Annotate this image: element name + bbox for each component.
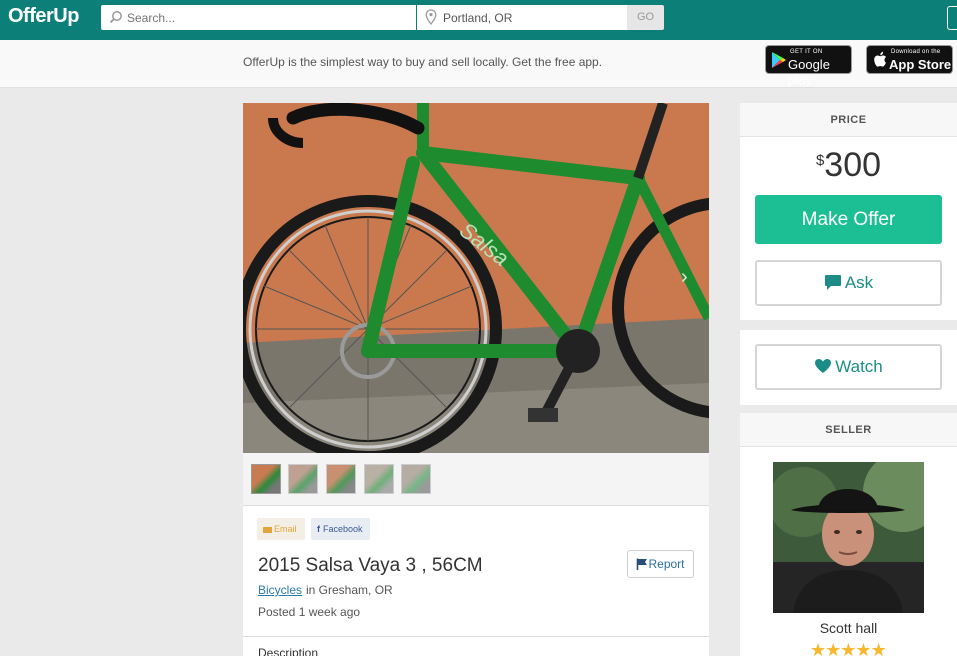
thumbnail[interactable] [401, 464, 431, 494]
search-box[interactable] [101, 5, 416, 30]
currency-symbol: $ [815, 152, 825, 169]
listing-location: in Gresham, OR [306, 583, 393, 597]
posted-time: Posted 1 week ago [258, 605, 361, 619]
star-icon: ★ [870, 640, 887, 656]
location-box[interactable] [417, 5, 627, 30]
listing-card: Salsa › Email f Facebook 2015 Salsa Vaya … [243, 103, 709, 656]
location-pin-icon [425, 9, 437, 25]
share-email-label: Email [274, 524, 297, 534]
facebook-icon: f [317, 524, 320, 534]
seller-header: SELLER [740, 413, 957, 447]
menu-button[interactable] [947, 6, 957, 30]
description-heading: Description [258, 646, 319, 656]
google-play-badge[interactable]: GET IT ON Google play [765, 45, 852, 87]
search-icon [109, 11, 122, 24]
divider [243, 636, 709, 637]
watch-card: Watch [740, 330, 957, 405]
app-store-small-text: Download on the [891, 49, 941, 55]
star-icon: ★ [810, 640, 826, 656]
play-store-icon [772, 52, 786, 68]
chat-bubble-icon [824, 274, 841, 290]
ask-button[interactable]: Ask [755, 260, 942, 306]
google-play-big-text: Google play [788, 57, 830, 87]
listing-photo[interactable]: Salsa › [243, 103, 709, 453]
share-email-button[interactable]: Email [257, 518, 305, 540]
price-card: PRICE $300 Make Offer Ask [740, 103, 957, 320]
seller-card: SELLER Scott hall ★★★★★ [740, 413, 957, 656]
seller-name[interactable]: Scott hall [740, 620, 957, 636]
listing-title: 2015 Salsa Vaya 3 , 56CM [258, 555, 483, 576]
photo-thumbnails [243, 453, 709, 506]
bicycle-photo: Salsa [243, 103, 709, 453]
flag-icon [637, 558, 648, 570]
location-input[interactable] [443, 5, 623, 30]
report-label: Report [648, 557, 685, 571]
star-icon: ★ [825, 640, 841, 656]
search-input[interactable] [127, 5, 412, 30]
google-play-small-text: GET IT ON [790, 49, 823, 55]
category-link[interactable]: Bicycles [258, 583, 302, 597]
thumbnail[interactable] [251, 464, 281, 494]
app-store-big-text: App Store [889, 57, 952, 72]
share-facebook-button[interactable]: f Facebook [311, 518, 370, 540]
thumbnail[interactable] [326, 464, 356, 494]
chevron-right-icon[interactable]: › [681, 266, 688, 289]
share-facebook-label: Facebook [323, 524, 363, 534]
app-promo-bar: OfferUp is the simplest way to buy and s… [0, 40, 957, 88]
apple-icon [874, 51, 886, 67]
heart-icon [815, 359, 832, 374]
report-button[interactable]: Report [627, 550, 694, 578]
thumbnail[interactable] [364, 464, 394, 494]
price-amount: 300 [824, 146, 882, 184]
price-display: $300 [740, 146, 957, 185]
promo-text: OfferUp is the simplest way to buy and s… [243, 55, 603, 69]
offerup-logo[interactable]: OfferUp [8, 5, 79, 28]
avatar-photo [773, 462, 924, 613]
go-button[interactable]: GO [627, 5, 664, 30]
seller-avatar[interactable] [773, 462, 924, 613]
watch-button[interactable]: Watch [755, 344, 942, 390]
star-icon: ★ [855, 640, 871, 656]
app-store-badge[interactable]: Download on the App Store [866, 45, 953, 74]
top-bar: OfferUp GO [0, 0, 957, 40]
email-icon [263, 526, 272, 533]
star-icon: ★ [840, 640, 856, 656]
thumbnail[interactable] [288, 464, 318, 494]
make-offer-button[interactable]: Make Offer [755, 195, 942, 244]
seller-rating: ★★★★★ [810, 640, 887, 656]
watch-label: Watch [835, 357, 883, 376]
ask-label: Ask [844, 273, 874, 292]
price-header: PRICE [740, 103, 957, 137]
